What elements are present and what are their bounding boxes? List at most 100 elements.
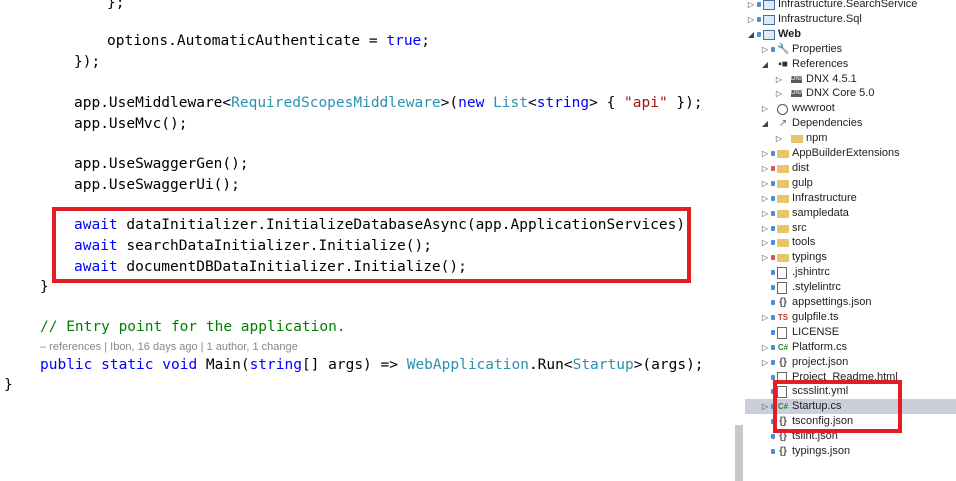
tree-item-label: wwwroot xyxy=(792,102,835,115)
tree-item-label: gulp xyxy=(792,176,813,189)
tree-item-license[interactable]: LICENSE xyxy=(745,325,956,340)
tree-item-appsettings-json[interactable]: {} appsettings.json xyxy=(745,295,956,310)
ref-icon: ▪■ xyxy=(778,58,788,70)
code-line: }; xyxy=(107,0,125,11)
source-control-icon xyxy=(757,2,761,7)
tree-item-label: appsettings.json xyxy=(792,296,872,308)
code-line: } xyxy=(4,377,13,393)
collapse-arrow-icon[interactable]: ◢ xyxy=(761,116,769,131)
tree-item-sampledata[interactable]: ▷ sampledata xyxy=(745,206,956,221)
expand-arrow-icon[interactable]: ▷ xyxy=(761,310,769,325)
tree-item-infrastructure-searchservice[interactable]: ▷ Infrastructure.SearchService xyxy=(745,0,956,12)
scrollbar-thumb[interactable] xyxy=(735,425,743,481)
tree-item-typings[interactable]: ▷ typings xyxy=(745,250,956,265)
tree-item-dnx-core-5-0[interactable]: ▷ DNX DNX Core 5.0 xyxy=(745,86,956,101)
tree-item-gulp[interactable]: ▷ gulp xyxy=(745,176,956,191)
collapse-arrow-icon[interactable]: ◢ xyxy=(761,57,769,72)
expand-arrow-icon[interactable]: ▷ xyxy=(761,176,769,191)
code-line: app.UseSwaggerGen(); xyxy=(74,156,249,172)
proj-icon xyxy=(763,0,775,10)
tree-item-stylelintrc[interactable]: .stylelintrc xyxy=(745,280,956,295)
proj-icon xyxy=(763,29,775,40)
cs-icon: C# xyxy=(777,342,789,352)
tree-item-jshintrc[interactable]: .jshintrc xyxy=(745,265,956,280)
expand-arrow-icon[interactable]: ▷ xyxy=(747,12,755,27)
tree-item-label: References xyxy=(792,57,849,70)
tree-item-gulpfile-ts[interactable]: ▷ TS gulpfile.ts xyxy=(745,310,956,325)
code-editor[interactable]: }; options.AutomaticAuthenticate = true;… xyxy=(0,0,728,481)
folder-icon xyxy=(777,209,789,218)
tree-item-npm[interactable]: ▷ npm xyxy=(745,131,956,146)
file-icon xyxy=(777,282,787,295)
expand-arrow-icon[interactable]: ▷ xyxy=(775,131,783,146)
expand-arrow-icon[interactable]: ▷ xyxy=(761,340,769,355)
tree-item-references[interactable]: ◢ ▪■ References xyxy=(745,57,956,72)
npm-icon xyxy=(791,135,803,144)
collapse-arrow-icon[interactable]: ◢ xyxy=(747,27,755,42)
expand-arrow-icon[interactable]: ▷ xyxy=(761,399,769,414)
tree-item-properties[interactable]: ▷ 🔧 Properties xyxy=(745,42,956,57)
code-line: options.AutomaticAuthenticate = true; xyxy=(107,33,431,49)
proj-icon xyxy=(763,14,775,25)
tree-item-label: typings.json xyxy=(792,445,851,457)
expand-arrow-icon[interactable]: ▷ xyxy=(761,146,769,161)
expand-arrow-icon[interactable]: ▷ xyxy=(761,101,769,116)
expand-arrow-icon[interactable]: ▷ xyxy=(761,42,769,57)
tree-item-dependencies[interactable]: ◢ ↗ Dependencies xyxy=(745,116,956,131)
source-control-icon xyxy=(757,16,761,22)
source-control-icon xyxy=(771,46,775,52)
expand-arrow-icon[interactable]: ▷ xyxy=(775,72,783,87)
source-control-icon xyxy=(771,344,775,350)
tree-item-label: DNX 4.5.1 xyxy=(806,72,857,85)
expand-arrow-icon[interactable]: ▷ xyxy=(761,206,769,221)
tree-item-label: typings xyxy=(792,251,827,264)
source-control-icon xyxy=(771,374,775,380)
codelens-author[interactable]: Ibon, 16 days ago xyxy=(110,341,197,353)
tree-item-tools[interactable]: ▷ tools xyxy=(745,235,956,250)
source-control-icon xyxy=(771,195,775,201)
tree-item-project-json[interactable]: ▷ {} project.json xyxy=(745,355,956,370)
expand-arrow-icon[interactable]: ▷ xyxy=(761,161,769,176)
expand-arrow-icon[interactable]: ▷ xyxy=(747,0,755,12)
codelens-changes[interactable]: 1 author, 1 change xyxy=(207,341,298,353)
tree-item-infrastructure-sql[interactable]: ▷ Infrastructure.Sql xyxy=(745,12,956,27)
expand-arrow-icon[interactable]: ▷ xyxy=(761,221,769,236)
tree-item-dist[interactable]: ▷ dist xyxy=(745,161,956,176)
folder-icon xyxy=(777,179,789,188)
tree-item-label: AppBuilderExtensions xyxy=(792,147,900,159)
tree-item-label: npm xyxy=(806,132,828,145)
tree-item-wwwroot[interactable]: ▷ wwwroot xyxy=(745,101,956,116)
code-line: } xyxy=(40,279,49,295)
tree-item-label: .stylelintrc xyxy=(792,281,841,294)
dep-icon: ↗ xyxy=(778,118,788,130)
dnx-icon: DNX xyxy=(791,90,804,98)
tree-item-label: src xyxy=(792,221,807,234)
code-line: app.UseSwaggerUi(); xyxy=(74,177,240,193)
codelens[interactable]: – references | Ibon, 16 days ago | 1 aut… xyxy=(40,340,298,354)
expand-arrow-icon[interactable]: ▷ xyxy=(761,191,769,206)
tree-item-platform-cs[interactable]: ▷ C# Platform.cs xyxy=(745,340,956,355)
tree-item-infrastructure[interactable]: ▷ Infrastructure xyxy=(745,191,956,206)
expand-arrow-icon[interactable]: ▷ xyxy=(775,86,783,101)
source-control-icon xyxy=(771,165,775,171)
source-control-icon xyxy=(771,210,775,216)
editor-scrollbar[interactable] xyxy=(728,0,745,481)
expand-arrow-icon[interactable]: ▷ xyxy=(761,355,769,370)
expand-arrow-icon[interactable]: ▷ xyxy=(761,235,769,250)
tree-item-typings-json[interactable]: {} typings.json xyxy=(745,444,956,459)
tree-item-web[interactable]: ◢ Web xyxy=(745,27,956,42)
tree-item-dnx-4-5-1[interactable]: ▷ DNX DNX 4.5.1 xyxy=(745,72,956,87)
tree-item-label: Infrastructure xyxy=(792,191,857,204)
codelens-references[interactable]: – references xyxy=(40,341,101,353)
code-line: app.UseMvc(); xyxy=(74,116,188,132)
source-control-icon xyxy=(757,31,761,37)
source-control-icon xyxy=(771,314,775,320)
tree-item-label: DNX Core 5.0 xyxy=(806,87,875,100)
tree-item-label: project.json xyxy=(792,355,849,368)
expand-arrow-icon[interactable]: ▷ xyxy=(761,250,769,265)
code-line: }); xyxy=(74,54,101,70)
tree-item-appbuilderextensions[interactable]: ▷ AppBuilderExtensions xyxy=(745,146,956,161)
tree-item-label: .jshintrc xyxy=(792,266,830,279)
tree-item-src[interactable]: ▷ src xyxy=(745,221,956,236)
folder-icon xyxy=(777,164,789,173)
